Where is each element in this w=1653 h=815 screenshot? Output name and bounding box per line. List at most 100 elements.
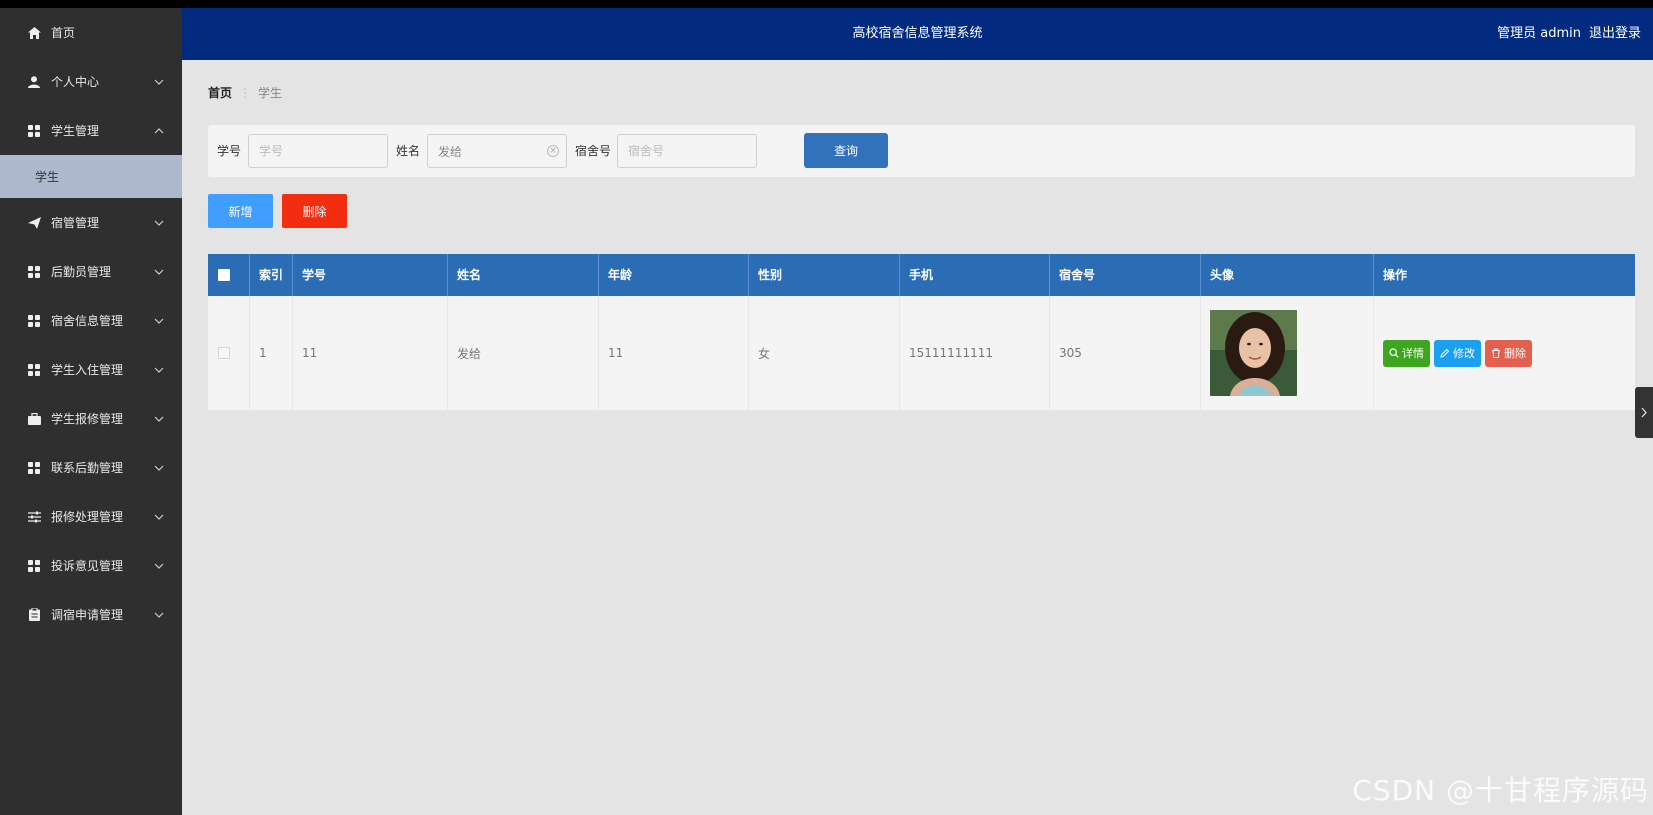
chevron-down-icon (154, 318, 164, 324)
search-bar: 学号 姓名 × 宿舍号 查询 (208, 125, 1635, 177)
top-strip (0, 0, 1653, 8)
search-icon (1389, 348, 1399, 358)
row-checkbox[interactable] (218, 347, 230, 359)
sidebar-item-room-change[interactable]: 调宿申请管理 (0, 590, 182, 639)
clear-icon[interactable]: × (547, 145, 559, 157)
chevron-down-icon (154, 416, 164, 422)
sidebar-item-profile[interactable]: 个人中心 (0, 57, 182, 106)
sidebar: 首页 个人中心 学生管理 学生 宿管管理 后勤员管理 宿舍信息管理 学生入住管理 (0, 8, 182, 815)
detail-label: 详情 (1402, 347, 1424, 360)
breadcrumb-separator: ⋮ (239, 86, 252, 100)
column-header: 学号 (293, 254, 448, 296)
edit-icon (1440, 348, 1450, 358)
sidebar-item-repair-report[interactable]: 学生报修管理 (0, 394, 182, 443)
dorm-input[interactable] (617, 134, 757, 168)
main-content: 首页 ⋮ 学生 学号 姓名 × 宿舍号 查询 新增 删除 索引 学号 姓名 年龄 性… (182, 60, 1653, 815)
student-no-input[interactable] (248, 134, 388, 168)
delete-label: 删除 (1504, 347, 1526, 360)
sidebar-item-label: 投诉意见管理 (51, 559, 124, 573)
add-button[interactable]: 新增 (208, 194, 273, 228)
sidebar-item-complaints[interactable]: 投诉意见管理 (0, 541, 182, 590)
name-label: 姓名 (396, 144, 421, 158)
cell-index: 1 (250, 296, 293, 410)
delete-button[interactable]: 删除 (282, 194, 347, 228)
breadcrumb-home[interactable]: 首页 (208, 86, 232, 100)
row-delete-button[interactable]: 删除 (1485, 339, 1532, 367)
sidebar-item-student-mgmt[interactable]: 学生管理 (0, 106, 182, 155)
grid-icon (27, 314, 41, 328)
table-header: 索引 学号 姓名 年龄 性别 手机 宿舍号 头像 操作 (208, 254, 1635, 296)
sidebar-item-label: 个人中心 (51, 75, 100, 89)
cell-phone: 15111111111 (900, 296, 1050, 410)
grid-icon (27, 265, 41, 279)
chevron-up-icon (154, 127, 164, 133)
person-icon (27, 75, 41, 89)
sidebar-item-label: 联系后勤管理 (51, 461, 124, 475)
cell-dorm: 305 (1050, 296, 1201, 410)
sidebar-item-dorm-manager[interactable]: 宿管管理 (0, 198, 182, 247)
sidebar-item-logistics[interactable]: 后勤员管理 (0, 247, 182, 296)
table-row: 1 11 发给 11 女 15111111111 305 详情 修改 删除 (208, 296, 1635, 410)
cell-name: 发给 (448, 296, 599, 410)
column-header: 性别 (749, 254, 900, 296)
chevron-down-icon (154, 563, 164, 569)
column-header: 头像 (1201, 254, 1374, 296)
user-area: 管理员 admin 退出登录 (1497, 8, 1641, 60)
grid-icon (27, 363, 41, 377)
name-input[interactable] (427, 134, 567, 168)
chevron-down-icon (154, 514, 164, 520)
logout-link[interactable]: 退出登录 (1589, 26, 1641, 41)
sidebar-item-label: 宿管管理 (51, 216, 100, 230)
sliders-icon (27, 510, 41, 524)
dorm-label: 宿舍号 (575, 144, 612, 158)
sidebar-item-label: 首页 (51, 26, 76, 40)
select-all-checkbox[interactable] (218, 269, 230, 281)
column-header: 姓名 (448, 254, 599, 296)
watermark: CSDN @十甘程序源码 (1352, 774, 1649, 807)
sidebar-item-label: 后勤员管理 (51, 265, 112, 279)
edit-label: 修改 (1453, 347, 1475, 360)
student-table: 索引 学号 姓名 年龄 性别 手机 宿舍号 头像 操作 1 11 发给 11 女… (208, 254, 1635, 410)
paper-plane-icon (27, 216, 41, 230)
sidebar-item-label: 报修处理管理 (51, 510, 124, 524)
sidebar-item-label: 宿舍信息管理 (51, 314, 124, 328)
sidebar-item-label: 学生入住管理 (51, 363, 124, 377)
chevron-down-icon (154, 465, 164, 471)
user-greeting: 管理员 admin (1497, 26, 1581, 41)
cell-gender: 女 (749, 296, 900, 410)
briefcase-icon (27, 412, 41, 426)
chevron-right-icon (1641, 407, 1647, 418)
detail-button[interactable]: 详情 (1383, 339, 1430, 367)
chevron-down-icon (154, 269, 164, 275)
sidebar-item-label: 学生报修管理 (51, 412, 124, 426)
sidebar-item-home[interactable]: 首页 (0, 8, 182, 57)
chevron-down-icon (154, 220, 164, 226)
query-button[interactable]: 查询 (804, 133, 888, 168)
breadcrumb-current: 学生 (258, 86, 283, 100)
student-no-label: 学号 (217, 144, 242, 158)
trash-icon (1492, 348, 1500, 358)
sidebar-item-dorm-info[interactable]: 宿舍信息管理 (0, 296, 182, 345)
home-icon (27, 26, 41, 40)
sidebar-item-repair-handling[interactable]: 报修处理管理 (0, 492, 182, 541)
sidebar-item-checkin[interactable]: 学生入住管理 (0, 345, 182, 394)
avatar (1210, 310, 1297, 396)
grid-icon (27, 461, 41, 475)
grid-icon (27, 559, 41, 573)
select-all-cell (208, 254, 250, 296)
column-header: 手机 (900, 254, 1050, 296)
column-header: 索引 (250, 254, 293, 296)
column-header: 宿舍号 (1050, 254, 1201, 296)
side-panel-toggle[interactable] (1635, 387, 1653, 438)
breadcrumb: 首页 ⋮ 学生 (208, 84, 282, 101)
chevron-down-icon (154, 612, 164, 618)
sidebar-subitem-student[interactable]: 学生 (0, 155, 182, 198)
cell-actions: 详情 修改 删除 (1374, 296, 1635, 410)
sidebar-subitem-label: 学生 (35, 170, 60, 184)
sidebar-item-contact-logistics[interactable]: 联系后勤管理 (0, 443, 182, 492)
edit-button[interactable]: 修改 (1434, 339, 1481, 367)
sidebar-item-label: 学生管理 (51, 124, 100, 138)
clipboard-icon (27, 608, 41, 622)
chevron-down-icon (154, 367, 164, 373)
cell-student-no: 11 (293, 296, 448, 410)
